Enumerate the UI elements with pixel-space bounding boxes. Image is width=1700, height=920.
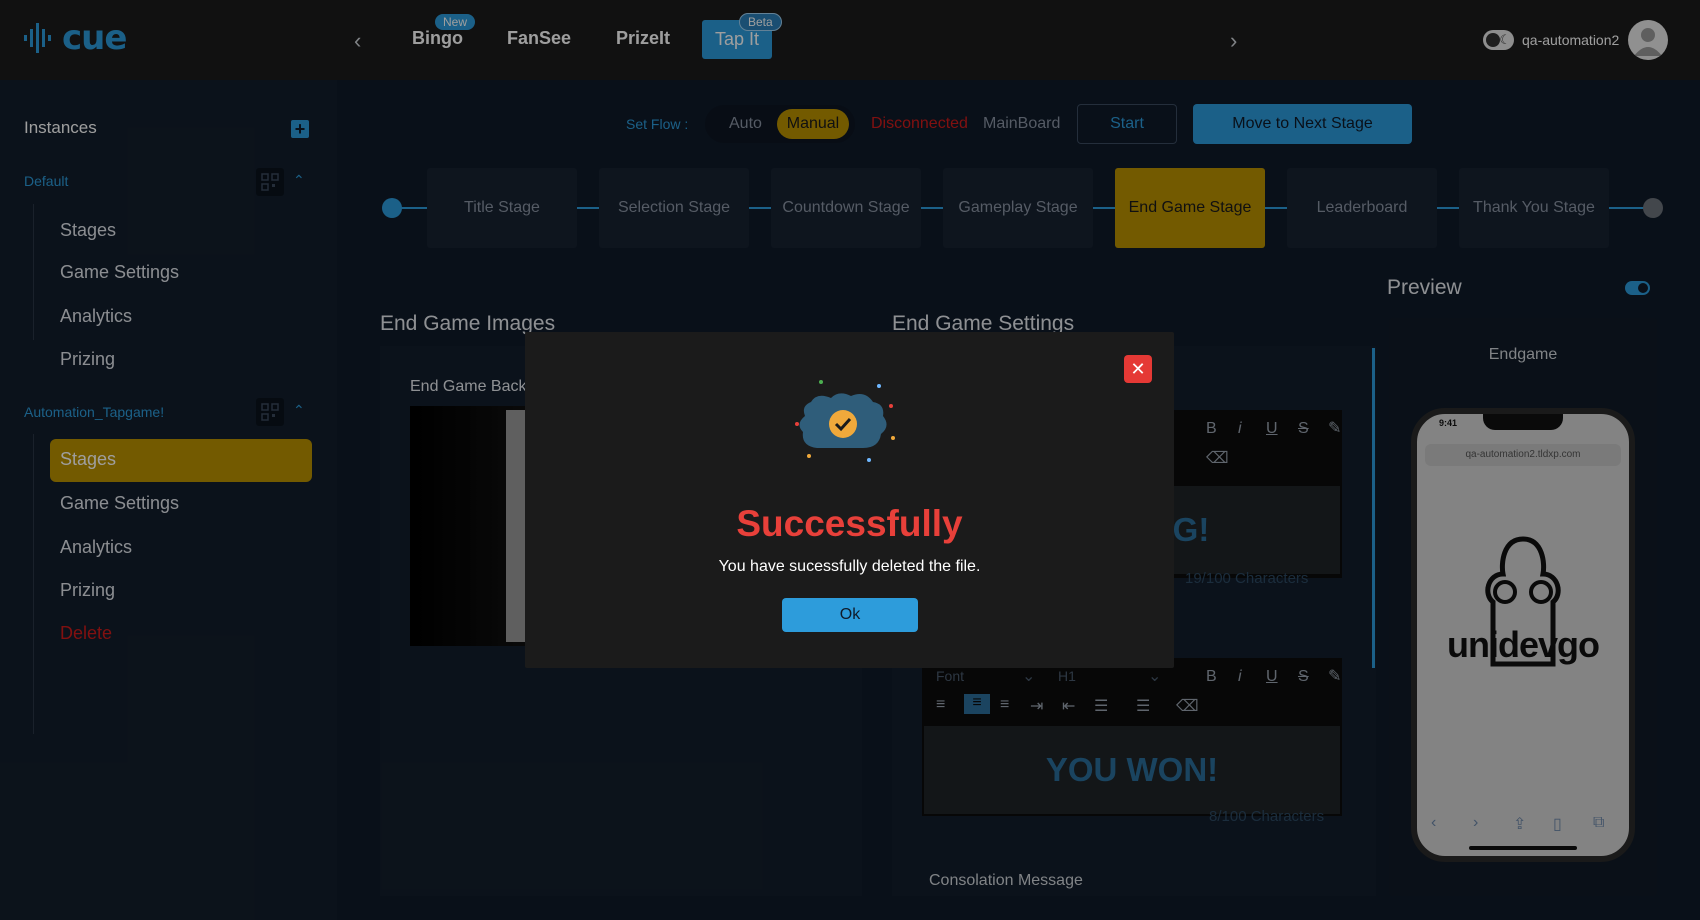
success-dialog: ✕ Successfully You have sucessfully dele… <box>525 332 1174 668</box>
ok-button[interactable]: Ok <box>782 598 918 632</box>
dialog-message: You have sucessfully deleted the file. <box>718 558 981 575</box>
close-button[interactable]: ✕ <box>1124 355 1152 383</box>
dialog-title: Successfully <box>736 503 963 544</box>
success-illustration-icon <box>795 380 895 462</box>
